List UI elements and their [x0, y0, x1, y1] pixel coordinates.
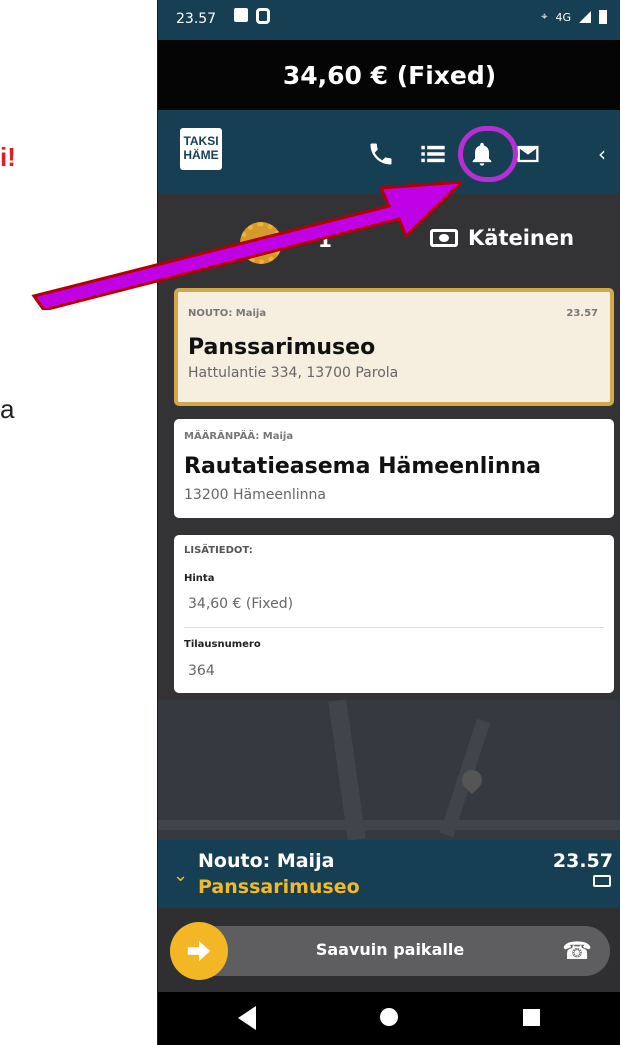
phone-icon: [370, 143, 392, 165]
destination-label: MÄÄRÄNPÄÄ: Maija: [184, 431, 294, 442]
payment-label: Käteinen: [468, 226, 575, 250]
cropped-slide-text: i!: [0, 142, 16, 172]
android-nav-bar: [158, 992, 620, 1045]
pickup-label: NOUTO: Maija: [188, 308, 267, 319]
notification-icons: [234, 8, 270, 24]
info-header: LISÄTIEDOT:: [184, 545, 253, 556]
gear-icon: [240, 222, 282, 264]
bottom-subtitle: Panssarimuseo: [198, 876, 360, 898]
highlight-circle: [458, 126, 518, 182]
phone-button[interactable]: [361, 134, 401, 174]
pickup-address: Hattulantie 334, 13700 Parola: [188, 365, 399, 381]
info-card: LISÄTIEDOT: Hinta 34,60 € (Fixed) Tilaus…: [174, 535, 614, 693]
destination-address: 13200 Hämeenlinna: [184, 487, 326, 503]
back-icon[interactable]: [238, 1006, 256, 1030]
taksi-hame-logo: TAKSI HÄME: [180, 128, 222, 170]
divider: [184, 627, 604, 628]
message-icon: [234, 8, 248, 22]
lock-icon: [256, 8, 270, 24]
bottom-summary[interactable]: ⌄ Nouto: Maija Panssarimuseo 23.57: [158, 840, 620, 908]
cropped-slide-text: a: [0, 394, 15, 424]
bottom-time: 23.57: [552, 850, 613, 872]
recent-apps-icon[interactable]: [523, 1009, 540, 1026]
phone-icon: ☎: [562, 937, 592, 965]
pickup-card[interactable]: NOUTO: Maija 23.57 Panssarimuseo Hattula…: [174, 288, 614, 406]
arrow-right-icon: [187, 941, 211, 961]
slider-handle[interactable]: [170, 922, 228, 980]
price-label: Hinta: [184, 573, 215, 584]
battery-icon: [599, 10, 607, 24]
destination-name: Rautatieasema Hämeenlinna: [184, 454, 542, 479]
arrival-slider[interactable]: Saavuin paikalle ☎: [170, 922, 610, 980]
order-number-label: Tilausnumero: [184, 639, 261, 650]
phone-screen: 23.57 ⌖ 4G 34,60 € (Fixed) TAKSI HÄME ‹ …: [157, 0, 620, 1045]
status-time: 23.57: [176, 11, 217, 27]
mail-icon: [517, 145, 539, 163]
location-icon: ⌖: [541, 10, 548, 23]
logo-line: TAKSI: [183, 134, 219, 148]
home-icon[interactable]: [380, 1008, 398, 1026]
bottom-title: Nouto: Maija: [198, 850, 335, 872]
cash-icon: [430, 229, 458, 247]
driver-count: 1: [318, 228, 332, 252]
slider-label: Saavuin paikalle: [315, 940, 465, 959]
pickup-location-name: Panssarimuseo: [188, 335, 376, 360]
payment-method: Käteinen: [430, 226, 574, 250]
logo-line: HÄME: [183, 148, 219, 162]
list-button[interactable]: [413, 134, 453, 174]
presentation-slide: i! a 23.57 ⌖ 4G 34,60 € (Fixed) TAKSI HÄ…: [0, 0, 621, 1045]
order-number-value: 364: [188, 663, 215, 679]
map-view[interactable]: [158, 699, 620, 841]
driver-summary: 1 Käteinen: [158, 214, 620, 270]
arrival-slider-area: Saavuin paikalle ☎: [158, 908, 620, 992]
app-header: TAKSI HÄME ‹: [158, 110, 620, 194]
map-road: [158, 820, 620, 830]
destination-card[interactable]: MÄÄRÄNPÄÄ: Maija Rautatieasema Hämeenlin…: [174, 419, 614, 518]
list-icon: [421, 145, 445, 163]
pickup-time: 23.57: [566, 308, 598, 319]
status-bar: 23.57 ⌖ 4G: [158, 0, 620, 40]
price-banner: 34,60 € (Fixed): [158, 40, 620, 110]
system-status-icons: ⌖ 4G: [541, 10, 607, 24]
signal-icon: [579, 11, 591, 23]
chevron-left-icon: ‹: [598, 142, 606, 166]
price-value: 34,60 € (Fixed): [188, 596, 294, 612]
lte-icon: 4G: [555, 10, 571, 24]
cash-icon: [593, 875, 611, 887]
collapse-button[interactable]: ‹: [582, 134, 620, 174]
chevron-down-icon[interactable]: ⌄: [173, 865, 188, 886]
